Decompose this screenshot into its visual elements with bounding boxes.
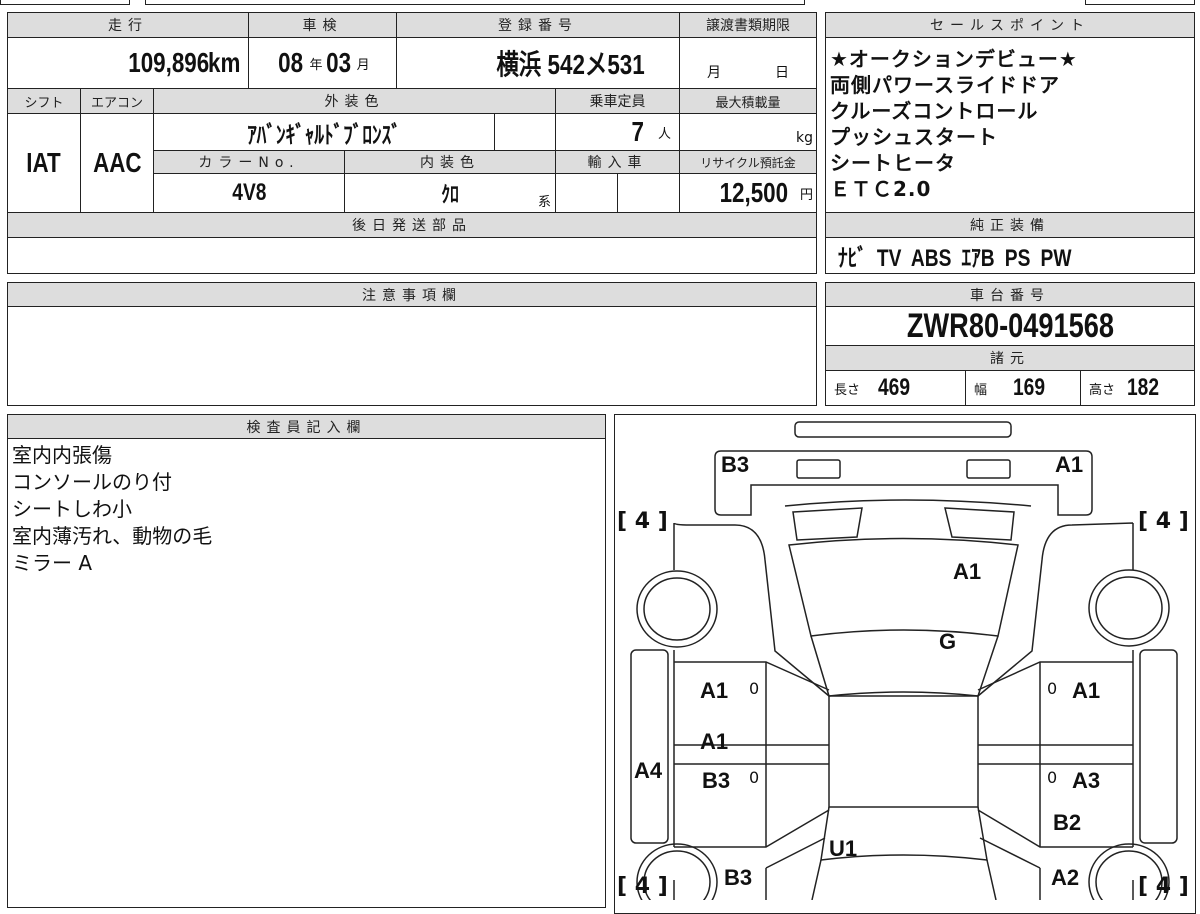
inspector-header: 検査員記入欄: [7, 414, 606, 439]
damage-label: A1: [1055, 452, 1084, 477]
notes-header: 注意事項欄: [7, 282, 817, 307]
shift-value: IAT: [7, 113, 81, 213]
left-fender: [673, 522, 830, 697]
deadline-header: 譲渡書類期限: [679, 12, 817, 38]
right-fender: [977, 522, 1134, 697]
interior-color-header: 内装色: [344, 150, 556, 174]
right-rail: [1139, 649, 1178, 844]
later-parts-body: [7, 237, 817, 274]
damage-label: B3: [702, 768, 731, 793]
sales-point: 両側パワースライドドア: [830, 73, 1060, 97]
damage-label: A1: [1072, 678, 1101, 703]
sales-point: ＥＴＣ2.0: [830, 177, 932, 201]
equipment-header: 純正装備: [825, 212, 1195, 238]
capacity-header: 乗車定員: [555, 88, 680, 114]
sales-points-list: ★オークションデビュー★ 両側パワースライドドア クルーズコントロール プッシュ…: [825, 37, 1195, 213]
mileage-value: 109,896 km: [7, 37, 249, 89]
damage-label: G: [939, 629, 957, 654]
spec-width: 幅 169: [965, 370, 1081, 406]
max-load-value: kg: [679, 113, 817, 151]
sales-point: ★オークションデビュー★: [830, 47, 1078, 71]
damage-label: A3: [1072, 768, 1101, 793]
inspector-line: コンソールのり付: [12, 470, 172, 494]
zero-mark: 0: [1047, 768, 1058, 787]
spec-header: 諸元: [825, 345, 1195, 371]
zero-mark: 0: [749, 679, 760, 698]
color-no-value: 4V8: [153, 173, 345, 213]
notes-body: [7, 306, 817, 406]
damage-label: U1: [829, 836, 858, 861]
inspector-notes: 室内内張傷 コンソールのり付 シートしわ小 室内薄汚れ、動物の毛 ミラー A: [7, 438, 606, 908]
shift-header: シフト: [7, 88, 81, 114]
damage-label: A1: [700, 729, 729, 754]
spec-height: 高さ 182: [1080, 370, 1195, 406]
recycle-header: リサイクル預託金: [679, 150, 817, 174]
damage-label: A4: [634, 758, 663, 783]
exterior-color-value: ｱﾊﾞﾝｷﾞｬﾙﾄﾞﾌﾞﾛﾝｽﾞ: [153, 113, 495, 151]
left-rail: [630, 649, 669, 844]
damage-label: A1: [953, 559, 982, 584]
damage-label: A1: [700, 678, 729, 703]
tire-tread-rl: [ 4 ]: [617, 874, 668, 899]
inspection-header: 車検: [248, 12, 397, 38]
sales-points-header: セールスポイント: [825, 12, 1195, 38]
inspector-line: シートしわ小: [12, 497, 132, 521]
exterior-color-header: 外装色: [153, 88, 556, 114]
roof: [828, 695, 979, 808]
empty-cell: [555, 173, 618, 213]
tire-tread-fr: [ 4 ]: [1138, 509, 1189, 534]
damage-label: B2: [1053, 810, 1082, 835]
zero-mark: 0: [749, 768, 760, 787]
damage-label: B3: [724, 865, 753, 890]
car-damage-diagram: [630, 421, 1178, 900]
mileage-header: 走行: [7, 12, 249, 38]
sales-point: シートヒータ: [830, 151, 956, 175]
max-load-header: 最大積載量: [679, 88, 817, 114]
imported-header: 輸入車: [555, 150, 680, 174]
empty-cell: [494, 113, 556, 151]
aircon-value: AAC: [80, 113, 154, 213]
registration-header: 登録番号: [396, 12, 680, 38]
color-no-header: カラーNo.: [153, 150, 345, 174]
windshield: [810, 635, 999, 697]
front-panel: [714, 450, 1093, 516]
inspector-line: 室内内張傷: [12, 443, 112, 467]
sales-point: クルーズコントロール: [830, 99, 1039, 123]
empty-cell: [617, 173, 680, 213]
front-bumper: [794, 421, 1012, 438]
tire-tread-fl: [ 4 ]: [617, 509, 668, 534]
equipment-value: ﾅﾋﾞ TV ABS ｴｱB PS PW: [825, 237, 1195, 274]
zero-mark: 0: [1047, 679, 1058, 698]
inspector-line: 室内薄汚れ、動物の毛: [12, 524, 213, 548]
deadline-value: 月日: [679, 37, 817, 89]
recycle-value: 12,500 円: [679, 173, 817, 213]
later-parts-header: 後日発送部品: [7, 212, 817, 238]
inspection-value: 08 年 03 月: [248, 37, 397, 89]
capacity-value: 7人: [555, 113, 680, 151]
hood: [788, 537, 1019, 637]
damage-label: A2: [1051, 865, 1080, 890]
aircon-header: エアコン: [80, 88, 154, 114]
chassis-number: ZWR80-0491568: [825, 306, 1195, 346]
tire-tread-rr: [ 4 ]: [1138, 874, 1189, 899]
interior-color-value: ｸﾛ系: [344, 173, 556, 213]
chassis-header: 車台番号: [825, 282, 1195, 307]
inspector-line: ミラー A: [12, 551, 93, 575]
spec-length: 長さ 469: [825, 370, 966, 406]
damage-label: B3: [721, 452, 750, 477]
tailgate: [811, 859, 997, 900]
sales-point: プッシュスタート: [830, 125, 998, 149]
registration-value: 横浜 542メ531: [396, 37, 680, 89]
